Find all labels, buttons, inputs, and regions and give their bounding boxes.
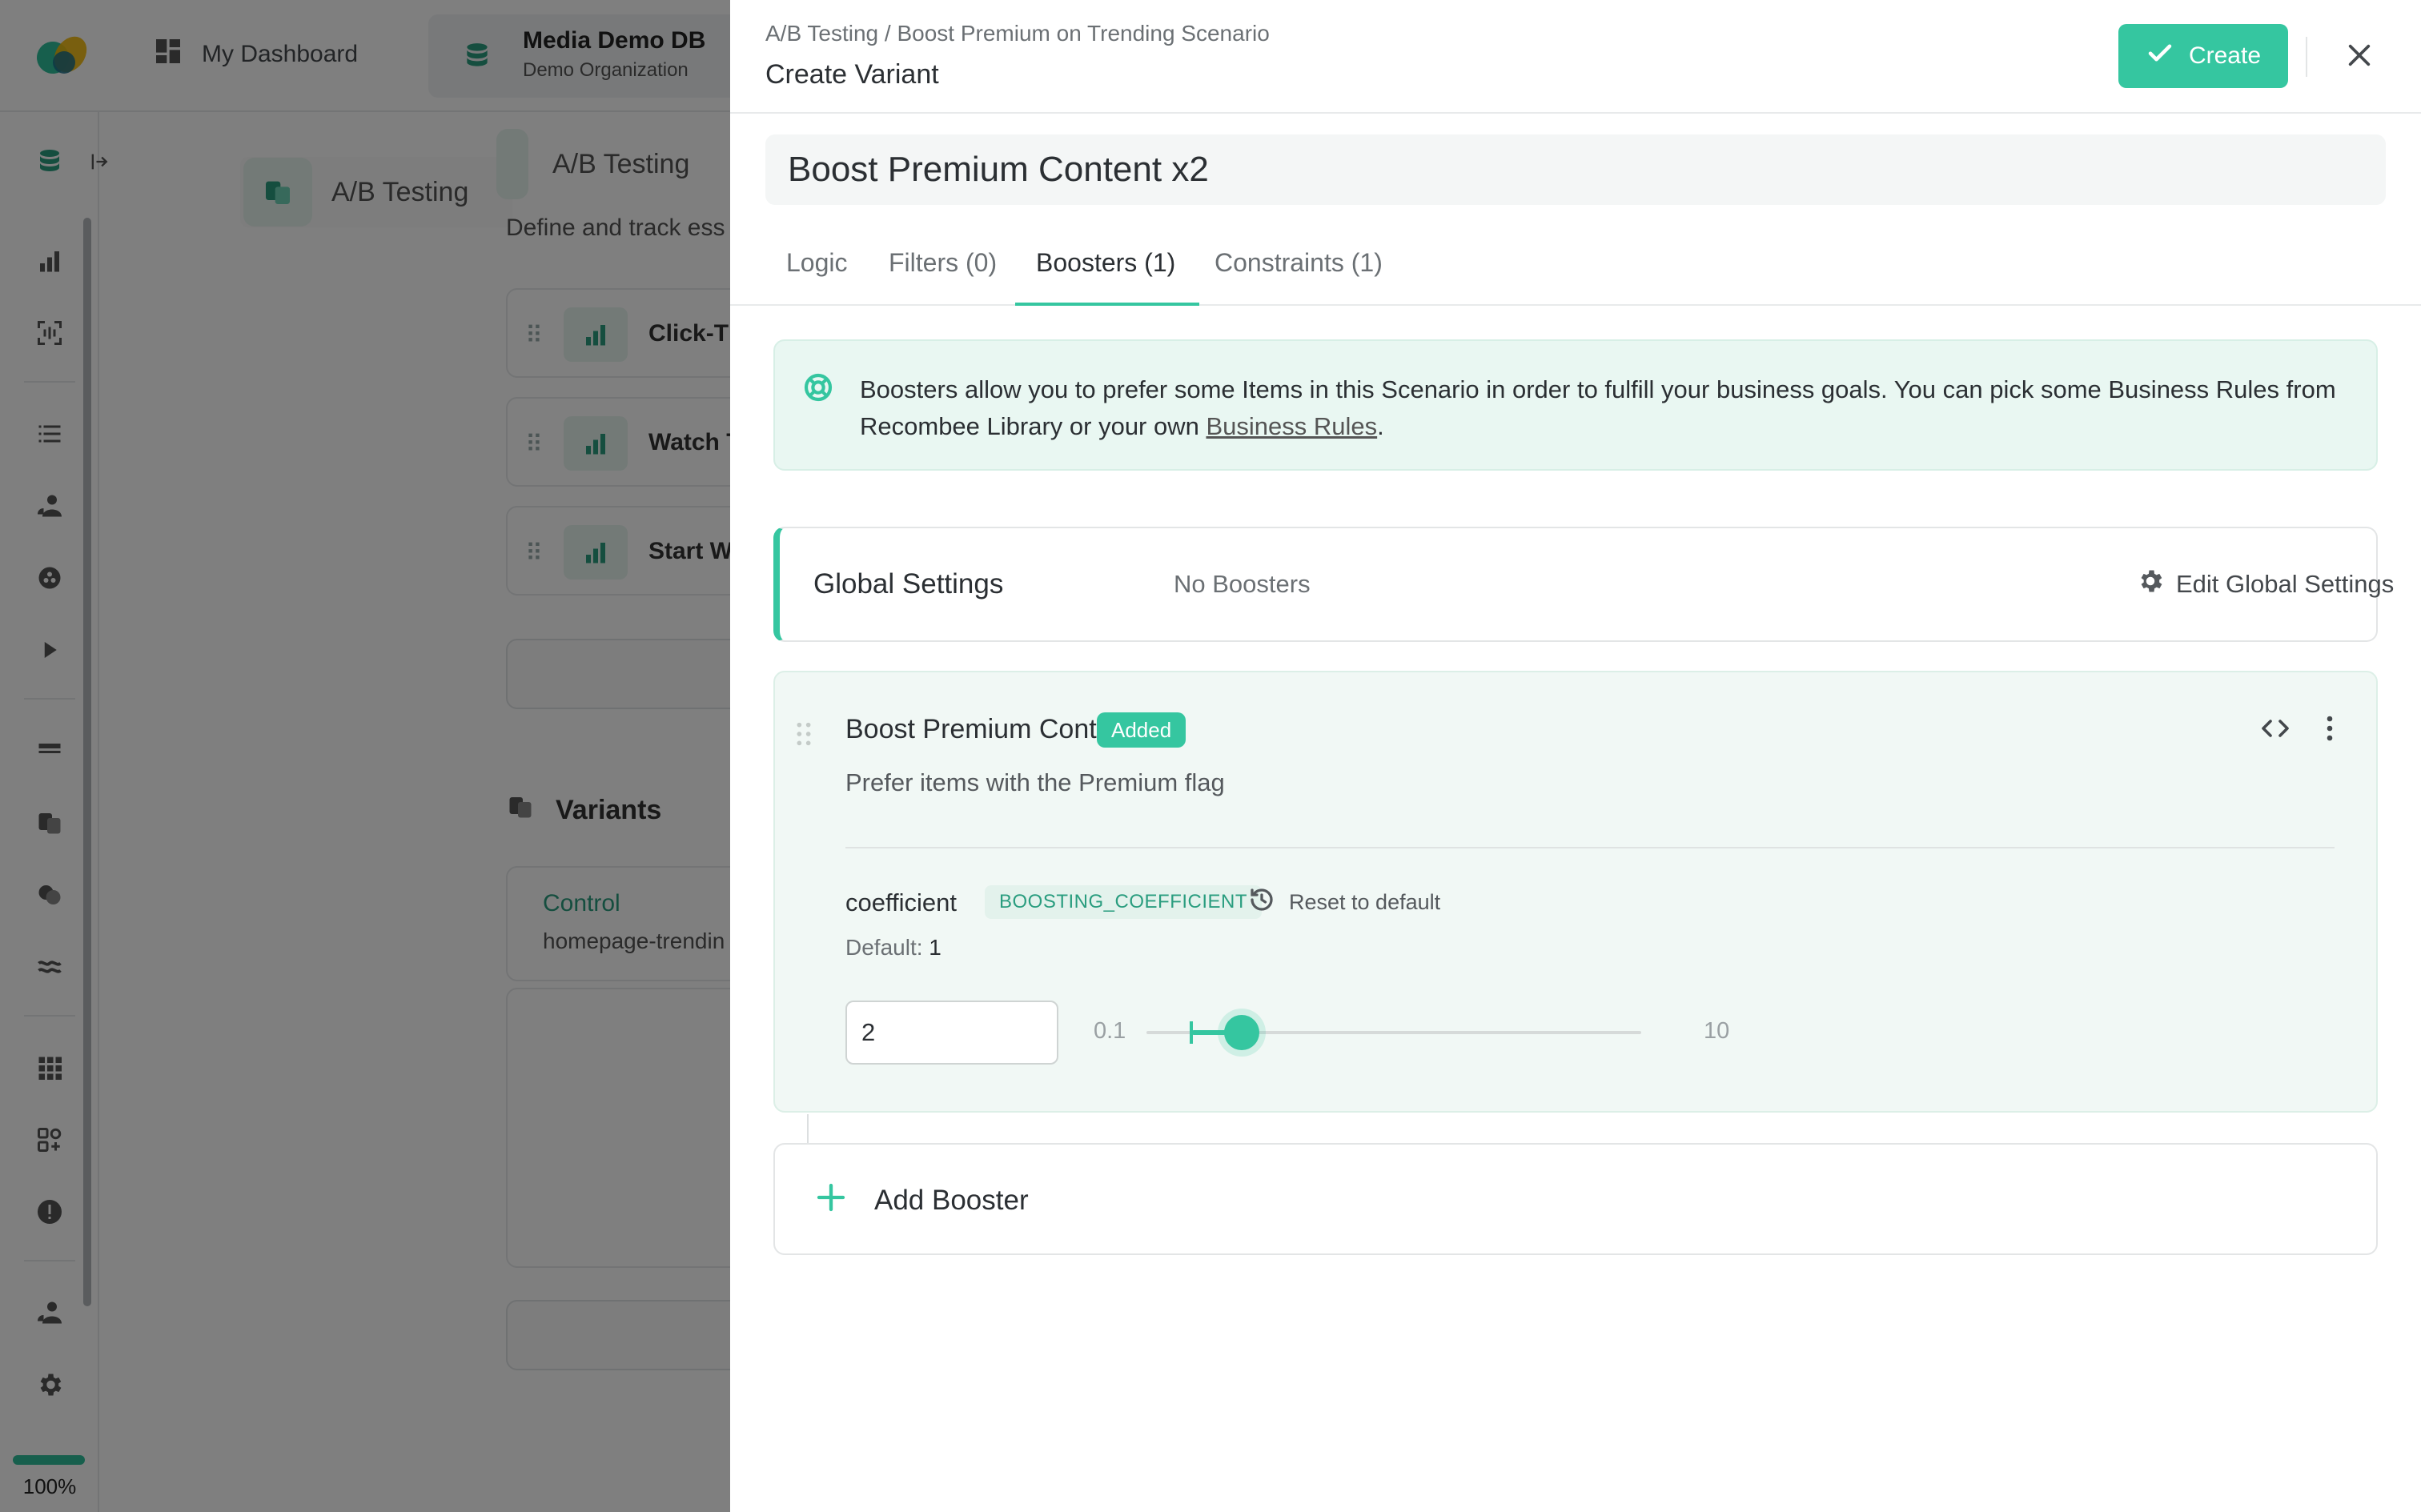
booster-card: Boost Premium Content Added Prefer items… — [773, 671, 2378, 1113]
booster-divider — [845, 847, 2335, 848]
add-booster-label: Add Booster — [874, 1185, 1029, 1216]
breadcrumb[interactable]: A/B Testing / Boost Premium on Trending … — [765, 21, 1270, 46]
drawer-header: A/B Testing / Boost Premium on Trending … — [730, 0, 2421, 114]
connector-line — [807, 1114, 809, 1143]
default-value: 1 — [929, 935, 942, 960]
booster-description: Prefer items with the Premium flag — [845, 768, 1225, 796]
variant-name-input[interactable] — [765, 134, 2386, 205]
add-booster-button[interactable]: Add Booster — [773, 1143, 2378, 1255]
default-label: Default: — [845, 935, 923, 960]
booster-name: Boost Premium Content — [845, 714, 1134, 744]
reset-to-default-label: Reset to default — [1289, 890, 1441, 914]
reset-to-default-button[interactable]: Reset to default — [1247, 885, 1440, 920]
create-button[interactable]: Create — [2118, 24, 2288, 88]
create-variant-drawer: A/B Testing / Boost Premium on Trending … — [730, 0, 2421, 1512]
slider-max-label: 10 — [1704, 1018, 1730, 1044]
plus-icon — [815, 1181, 847, 1217]
default-value-text: Default: 1 — [845, 935, 942, 961]
tab-boosters[interactable]: Boosters (1) — [1036, 248, 1175, 278]
boosters-info-suffix: . — [1377, 412, 1384, 440]
close-icon — [2346, 42, 2373, 73]
business-rules-link[interactable]: Business Rules — [1206, 412, 1377, 440]
code-icon[interactable] — [2259, 714, 2291, 747]
drag-handle-icon[interactable] — [794, 720, 813, 752]
boosters-info-banner: Boosters allow you to prefer some Items … — [773, 339, 2378, 471]
header-divider — [2306, 37, 2307, 77]
added-badge: Added — [1097, 712, 1186, 748]
edit-global-settings-label: Edit Global Settings — [2176, 570, 2395, 598]
drawer-title: Create Variant — [765, 59, 939, 90]
more-options-icon[interactable] — [2325, 714, 2335, 747]
history-icon — [1247, 885, 1276, 920]
create-button-label: Create — [2188, 42, 2262, 69]
coefficient-slider[interactable] — [1146, 1001, 1641, 1065]
active-tab-indicator — [1015, 303, 1199, 306]
global-settings-card: Global Settings No Boosters Edit Global … — [773, 527, 2394, 642]
tab-constraints[interactable]: Constraints (1) — [1215, 248, 1383, 278]
parameter-tag: BOOSTING_COEFFICIENT — [985, 885, 1263, 919]
slider-default-mark — [1190, 1021, 1194, 1044]
gear-icon — [2136, 567, 2165, 602]
coefficient-input[interactable] — [845, 1001, 1058, 1065]
tab-logic[interactable]: Logic — [786, 248, 848, 278]
lifebuoy-icon — [802, 371, 834, 407]
boosters-info-text: Boosters allow you to prefer some Items … — [860, 371, 2349, 445]
global-settings-title: Global Settings — [813, 568, 1004, 600]
close-button[interactable] — [2338, 35, 2381, 78]
slider-thumb[interactable] — [1223, 1015, 1259, 1050]
tab-filters[interactable]: Filters (0) — [889, 248, 997, 278]
slider-min-label: 0.1 — [1094, 1018, 1126, 1044]
boosters-info-body: Boosters allow you to prefer some Items … — [860, 375, 2336, 440]
variant-tabs: Logic Filters (0) Boosters (1) Constrain… — [730, 224, 2421, 306]
global-settings-status: No Boosters — [1174, 570, 1311, 598]
parameter-name: coefficient — [845, 888, 958, 916]
edit-global-settings-button[interactable]: Edit Global Settings — [2136, 567, 2394, 602]
check-icon — [2146, 38, 2174, 74]
